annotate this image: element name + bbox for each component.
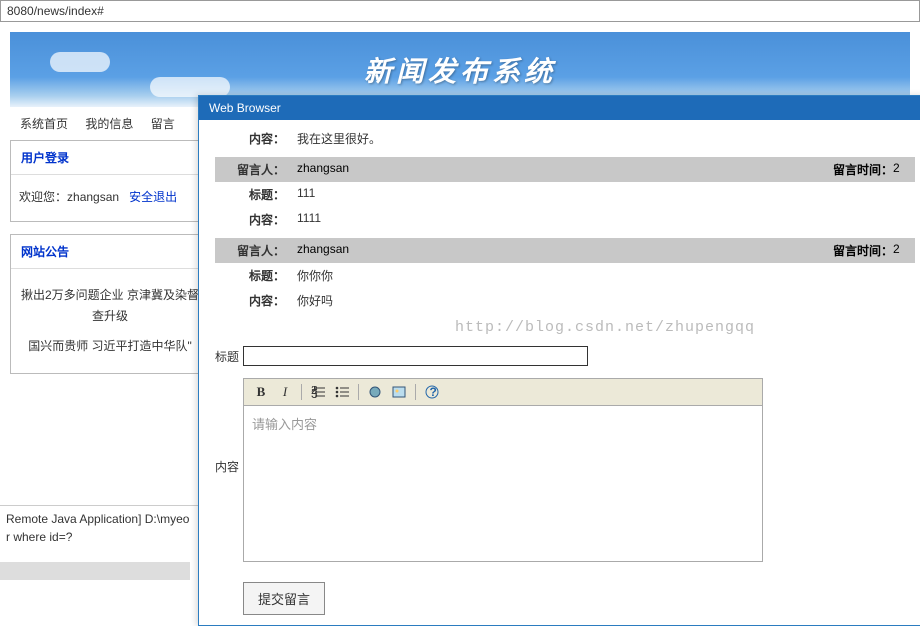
nav-home[interactable]: 系统首页 [20,117,68,131]
cloud-decoration [50,52,110,72]
toolbar-separator [358,384,359,400]
image-icon[interactable] [388,382,410,402]
message-person: zhangsan [297,161,803,178]
content-value: 我在这里很好。 [297,130,915,147]
svg-text:3: 3 [311,387,318,398]
cloud-decoration [150,77,230,97]
message-header-row: 留言人： zhangsan 留言时间： 2 [215,157,915,182]
title-label: 标题： [215,267,297,284]
unordered-list-icon[interactable] [331,382,353,402]
rich-text-editor: B I 123 [243,378,763,562]
message-header-row: 留言人： zhangsan 留言时间： 2 [215,238,915,263]
web-browser-window: Web Browser 内容： 我在这里很好。 留言人： zhangsan 留言… [198,95,920,626]
message-time: 2 [893,161,915,178]
time-label: 留言时间： [803,242,893,259]
content-label: 内容： [215,130,297,147]
toolbar-separator [301,384,302,400]
form-content-label: 内容 [215,378,243,475]
web-browser-titlebar[interactable]: Web Browser [199,96,920,120]
notice-item[interactable]: 国兴而贵师 习近平打造中华队" [19,332,201,362]
username: zhangsan [67,190,119,204]
login-panel: 用户登录 欢迎您：zhangsan 安全退出 [10,140,210,222]
notice-item[interactable]: 揪出2万多问题企业 京津冀及染督查升级 [19,281,201,332]
time-label: 留言时间： [803,161,893,178]
bold-button[interactable]: B [250,382,272,402]
editor-textarea[interactable]: 请输入内容 [244,406,762,561]
editor-toolbar: B I 123 [244,379,762,406]
title-input[interactable] [243,346,588,366]
notice-panel-title: 网站公告 [11,235,209,269]
nav-message[interactable]: 留言 [151,117,175,131]
ordered-list-icon[interactable]: 123 [307,382,329,402]
notice-panel: 网站公告 揪出2万多问题企业 京津冀及染督查升级 国兴而贵师 习近平打造中华队" [10,234,210,375]
message-person: zhangsan [297,242,803,259]
message-time: 2 [893,242,915,259]
person-label: 留言人： [215,242,297,259]
person-label: 留言人： [215,161,297,178]
bottom-bar [0,562,190,580]
content-label: 内容： [215,292,297,309]
message-title: 你你你 [297,267,915,284]
link-icon[interactable] [364,382,386,402]
site-title: 新闻发布系统 [364,50,556,90]
message-content: 1111 [297,211,915,228]
watermark: http://blog.csdn.net/zhupengqq [215,319,915,336]
logout-link[interactable]: 安全退出 [129,190,177,204]
nav-myinfo[interactable]: 我的信息 [85,117,133,131]
welcome-prefix: 欢迎您： [19,190,67,204]
title-label: 标题： [215,186,297,203]
login-panel-title: 用户登录 [11,141,209,175]
content-label: 内容： [215,211,297,228]
submit-button[interactable]: 提交留言 [243,582,325,615]
help-icon[interactable]: ? [421,382,443,402]
address-bar[interactable]: 8080/news/index# [0,0,920,22]
svg-text:?: ? [430,385,437,399]
login-panel-body: 欢迎您：zhangsan 安全退出 [11,175,209,221]
toolbar-separator [415,384,416,400]
form-title-label: 标题 [215,346,243,365]
message-title: 111 [297,186,915,203]
message-content: 你好吗 [297,292,915,309]
italic-button[interactable]: I [274,382,296,402]
